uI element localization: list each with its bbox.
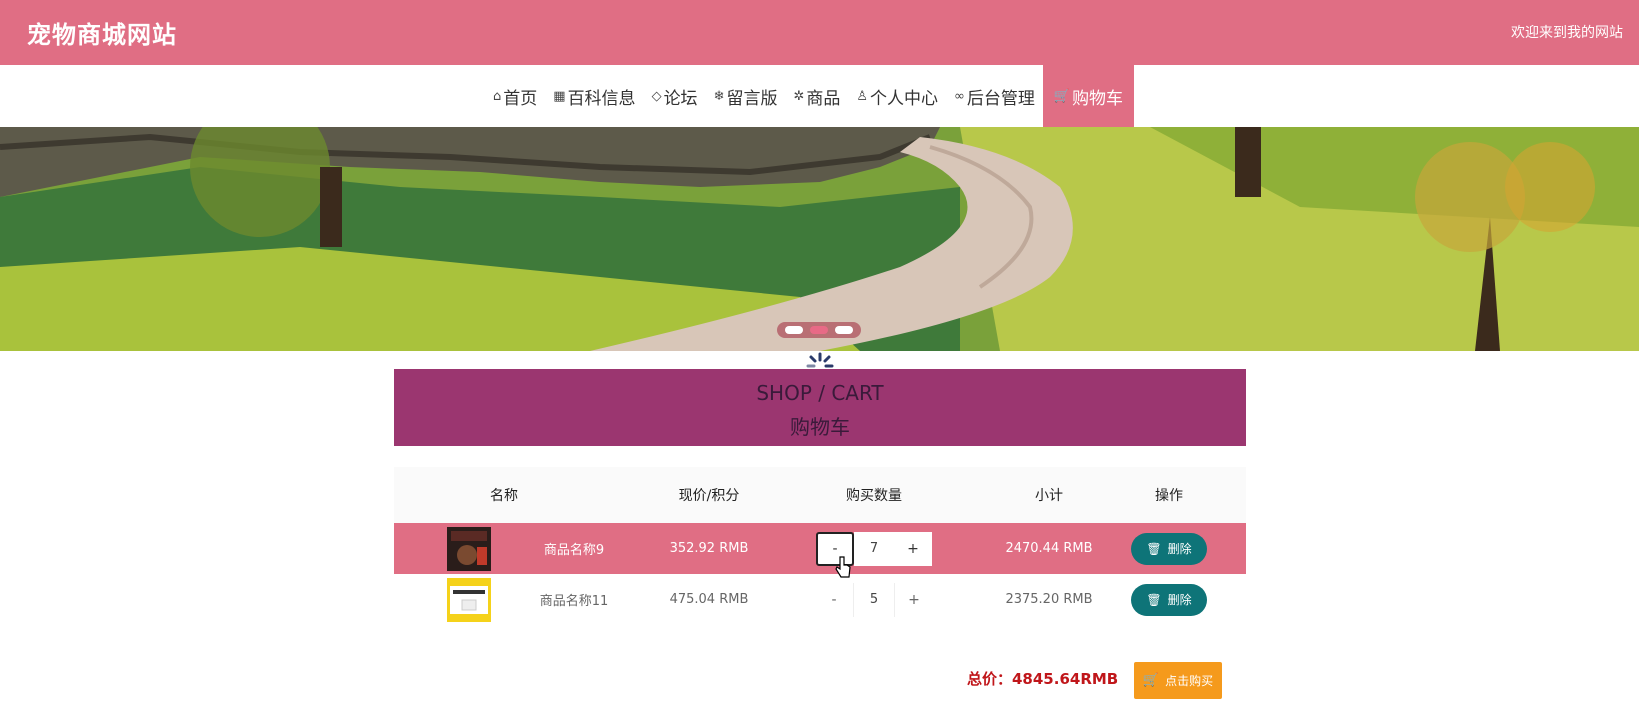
- carousel-dot-2[interactable]: [809, 326, 828, 334]
- delete-label: 删除: [1167, 593, 1192, 607]
- nav-item-profile[interactable]: ♙ 个人中心: [848, 65, 946, 127]
- delete-label: 删除: [1167, 542, 1192, 556]
- product-image: [447, 526, 491, 571]
- nav-item-forum[interactable]: ◇ 论坛: [644, 65, 706, 127]
- action-cell: 🗑 删除: [1119, 523, 1219, 574]
- nav-list: ⌂ 首页 ▦ 百科信息 ◇ 论坛 ❄ 留言版 ✲ 商品 ♙ 个人中心 ∞ 后台管…: [485, 65, 1135, 127]
- qty-plus-button[interactable]: +: [895, 583, 933, 617]
- main-nav: ⌂ 首页 ▦ 百科信息 ◇ 论坛 ❄ 留言版 ✲ 商品 ♙ 个人中心 ∞ 后台管…: [0, 65, 1639, 127]
- product-name[interactable]: 商品名称11: [509, 574, 639, 625]
- column-header-quantity: 购买数量: [846, 488, 902, 504]
- nav-item-label: 购物车: [1072, 88, 1124, 109]
- delete-button[interactable]: 🗑 删除: [1131, 583, 1207, 616]
- banner-image: [0, 127, 1639, 351]
- carousel-indicators: [777, 322, 861, 338]
- cart-title-banner: SHOP / CART 购物车: [394, 369, 1246, 446]
- product-thumbnail[interactable]: [434, 574, 504, 625]
- product-price: 475.04 RMB: [669, 592, 749, 607]
- trash-icon: 🗑: [1146, 541, 1162, 556]
- nav-item-home[interactable]: ⌂ 首页: [485, 65, 545, 127]
- nav-item-label: 留言版: [726, 88, 778, 109]
- quantity-stepper: - +: [799, 523, 949, 574]
- qty-plus-button[interactable]: +: [894, 531, 932, 566]
- table-row: 商品名称11 475.04 RMB - + 2375.20 RMB 🗑 删除: [394, 574, 1246, 625]
- product-thumbnail[interactable]: [434, 523, 504, 574]
- qty-input[interactable]: [854, 531, 894, 566]
- delete-button[interactable]: 🗑 删除: [1131, 532, 1207, 565]
- cart-icon: 🛒: [1053, 88, 1071, 104]
- carousel-dot-1[interactable]: [784, 326, 803, 334]
- nav-item-label: 后台管理: [966, 88, 1035, 109]
- cart-title-cn: 购物车: [790, 415, 850, 439]
- column-header-action: 操作: [1155, 488, 1183, 504]
- snowflake-icon: ❄: [713, 88, 725, 104]
- nav-item-label: 首页: [503, 88, 538, 109]
- nav-item-admin[interactable]: ∞ 后台管理: [946, 65, 1043, 127]
- table-row: 商品名称9 352.92 RMB - + 2470.44 RMB 🗑 删除: [394, 523, 1246, 574]
- nav-item-label: 商品: [806, 88, 841, 109]
- nav-item-label: 论坛: [663, 88, 698, 109]
- buy-label: 点击购买: [1165, 674, 1214, 688]
- product-price: 352.92 RMB: [669, 541, 749, 556]
- tag-icon: ◇: [651, 88, 662, 104]
- cart-title-en: SHOP / CART: [756, 381, 884, 405]
- trash-icon: 🗑: [1146, 592, 1162, 607]
- link-icon: ∞: [954, 88, 965, 104]
- site-title[interactable]: 宠物商城网站: [27, 15, 177, 50]
- buy-button[interactable]: 🛒 点击购买: [1134, 662, 1222, 699]
- nav-item-label: 个人中心: [870, 88, 939, 109]
- product-image: [447, 577, 491, 622]
- gear-icon: ✲: [793, 88, 805, 104]
- qty-minus-button[interactable]: -: [815, 583, 853, 617]
- nav-item-cart[interactable]: 🛒 购物车: [1042, 65, 1135, 127]
- action-cell: 🗑 删除: [1119, 574, 1219, 625]
- hand-pointer-cursor-icon: [835, 556, 851, 578]
- column-header-price: 现价/积分: [678, 488, 740, 504]
- quantity-stepper: - +: [799, 574, 949, 625]
- column-header-subtotal: 小计: [1035, 488, 1063, 504]
- product-subtotal: 2375.20 RMB: [1005, 592, 1093, 607]
- product-name[interactable]: 商品名称9: [509, 523, 639, 574]
- product-subtotal: 2470.44 RMB: [1005, 541, 1093, 556]
- home-icon: ⌂: [493, 88, 502, 104]
- cart-icon: 🛒: [1142, 673, 1160, 688]
- top-header: 宠物商城网站 欢迎来到我的网站: [0, 0, 1639, 65]
- cart-table: 名称 现价/积分 购买数量 小计 操作 商品名称9 352.92 RMB - +…: [394, 467, 1246, 625]
- table-header: 名称 现价/积分 购买数量 小计 操作: [394, 467, 1246, 523]
- qty-input[interactable]: [853, 582, 895, 617]
- total-price: 总价：4845.64RMB: [967, 670, 1119, 688]
- nav-item-label: 百科信息: [567, 88, 636, 109]
- nav-item-guestbook[interactable]: ❄ 留言版: [706, 65, 786, 127]
- banner-carousel[interactable]: [0, 127, 1639, 351]
- nav-item-encyclopedia[interactable]: ▦ 百科信息: [545, 65, 643, 127]
- carousel-dot-3[interactable]: [835, 326, 854, 334]
- welcome-text: 欢迎来到我的网站: [1511, 25, 1623, 41]
- user-icon: ♙: [856, 88, 869, 104]
- grid-icon: ▦: [553, 88, 566, 104]
- column-header-name: 名称: [490, 488, 518, 504]
- nav-item-products[interactable]: ✲ 商品: [785, 65, 848, 127]
